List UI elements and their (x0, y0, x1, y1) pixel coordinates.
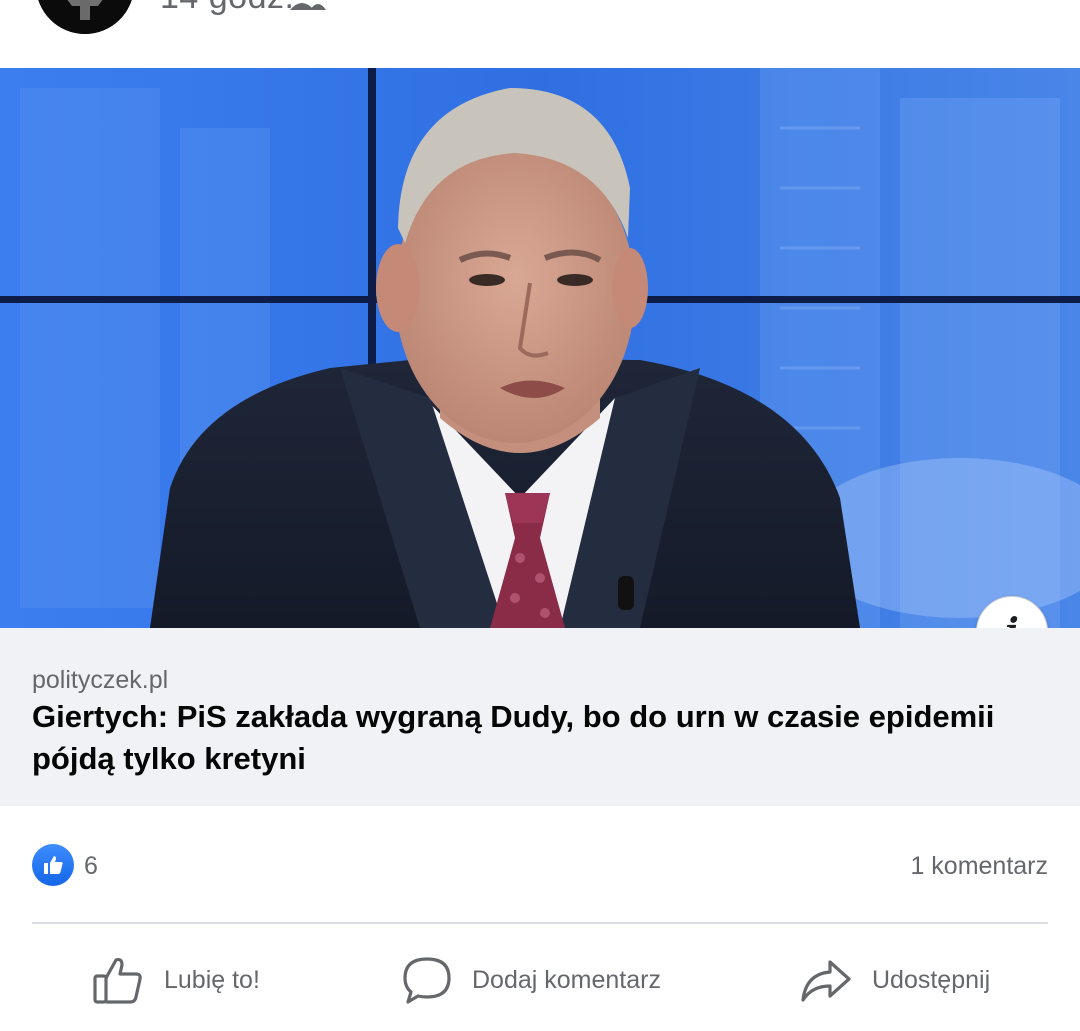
avatar[interactable] (36, 0, 134, 34)
comment-icon (402, 954, 452, 1006)
reactions-summary: 6 1 komentarz (0, 806, 1080, 924)
like-reaction-icon[interactable] (32, 844, 74, 886)
post-header: 14 godz. (0, 0, 1080, 68)
link-domain: polityczek.pl (32, 666, 169, 694)
post-actions: Lubię to! Dodaj komentarz Udostępnij (0, 924, 1080, 1031)
like-label: Lubię to! (164, 965, 260, 994)
link-preview-image[interactable] (0, 68, 1080, 628)
thumbs-up-icon (92, 954, 144, 1006)
like-button[interactable]: Lubię to! (92, 952, 260, 1008)
share-label: Udostępnij (872, 965, 991, 994)
share-arrow-icon (800, 954, 852, 1006)
link-caption[interactable]: polityczek.pl Giertych: PiS zakłada wygr… (0, 628, 1080, 806)
comment-button[interactable]: Dodaj komentarz (402, 952, 661, 1008)
share-button[interactable]: Udostępnij (800, 952, 990, 1008)
link-title: Giertych: PiS zakłada wygraną Dudy, bo d… (32, 699, 995, 776)
friends-icon (288, 0, 328, 10)
comment-count[interactable]: 1 komentarz (910, 852, 1048, 881)
comment-label: Dodaj komentarz (472, 965, 661, 994)
post-timestamp[interactable]: 14 godz. (160, 0, 294, 17)
reaction-count[interactable]: 6 (84, 852, 98, 881)
